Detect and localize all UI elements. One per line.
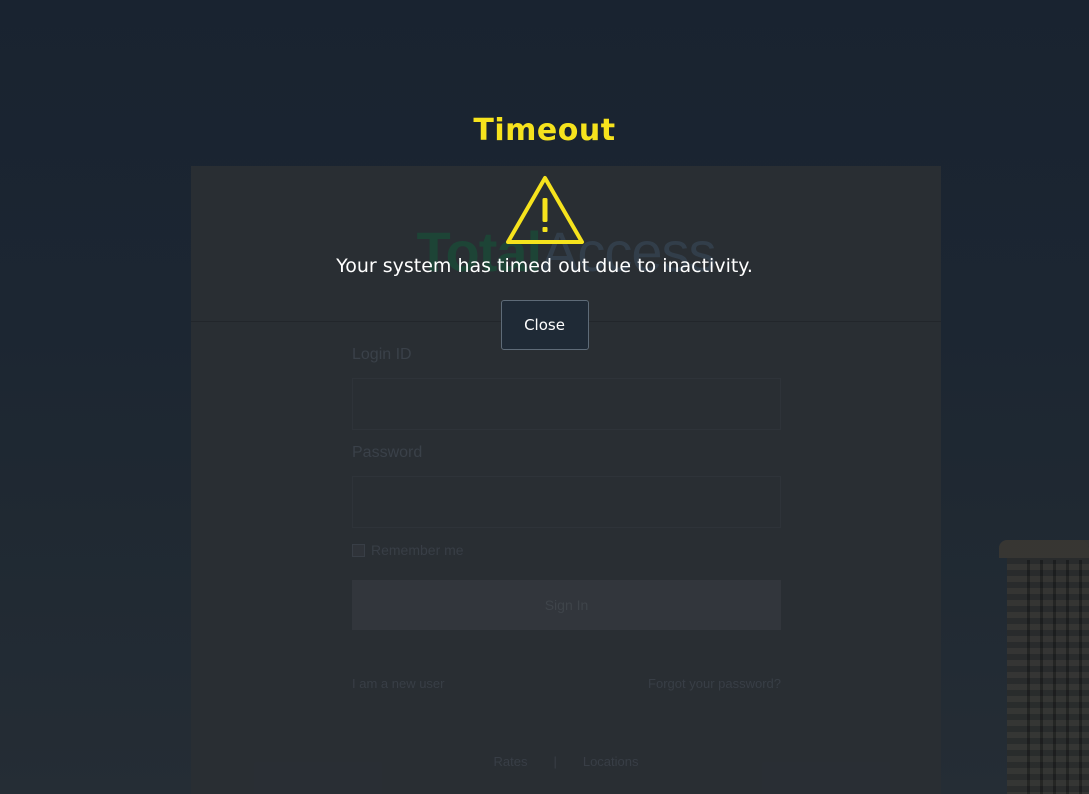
- close-button[interactable]: Close: [500, 300, 589, 350]
- modal-message: Your system has timed out due to inactiv…: [336, 255, 753, 277]
- warning-triangle-icon: [505, 176, 584, 244]
- modal-title: Timeout: [473, 113, 616, 148]
- timeout-modal: Timeout Your system has timed out due to…: [0, 110, 1089, 350]
